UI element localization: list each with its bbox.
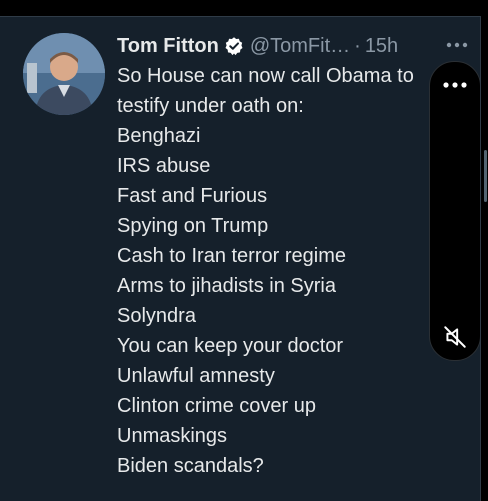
- verified-badge-icon: [224, 36, 244, 56]
- tweet-line: testify under oath on:: [117, 95, 304, 117]
- tweet-line: Spying on Trump: [117, 215, 269, 237]
- author-name[interactable]: Tom Fitton: [117, 35, 219, 58]
- tweet-line: Unlawful amnesty: [117, 365, 275, 387]
- author-avatar[interactable]: [23, 33, 105, 115]
- tweet-line: Unmaskings: [117, 425, 228, 447]
- tweet-line: So House can now call Obama to: [117, 65, 414, 87]
- overlay-more-icon[interactable]: [438, 70, 472, 100]
- tweet-text: So House can now call Obama to testify u…: [117, 61, 479, 481]
- media-control-overlay: [429, 61, 480, 361]
- tweet-line: Benghazi: [117, 125, 201, 147]
- tweet-timestamp[interactable]: 15h: [365, 35, 398, 58]
- author-handle[interactable]: @TomFit…: [250, 35, 350, 58]
- header-separator: ·: [354, 34, 361, 57]
- tweet-line: Biden scandals?: [117, 455, 264, 477]
- tweet-line: Clinton crime cover up: [117, 395, 316, 417]
- tweet-line: Solyndra: [117, 305, 196, 327]
- muted-speaker-icon[interactable]: [437, 322, 473, 352]
- avatar-photo: [23, 33, 105, 115]
- tweet-line: IRS abuse: [117, 155, 211, 177]
- tweet-line: Fast and Furious: [117, 185, 268, 207]
- scrollbar-thumb[interactable]: [484, 150, 487, 202]
- tweet-card[interactable]: Tom Fitton @TomFit… · 15h So House can n…: [0, 16, 481, 501]
- tweet-line: You can keep your doctor: [117, 335, 344, 357]
- tweet-line: Cash to Iran terror regime: [117, 245, 346, 267]
- tweet-header: Tom Fitton @TomFit… · 15h: [117, 32, 398, 60]
- more-options-icon[interactable]: [440, 32, 474, 58]
- tweet-line: Arms to jihadists in Syria: [117, 275, 336, 297]
